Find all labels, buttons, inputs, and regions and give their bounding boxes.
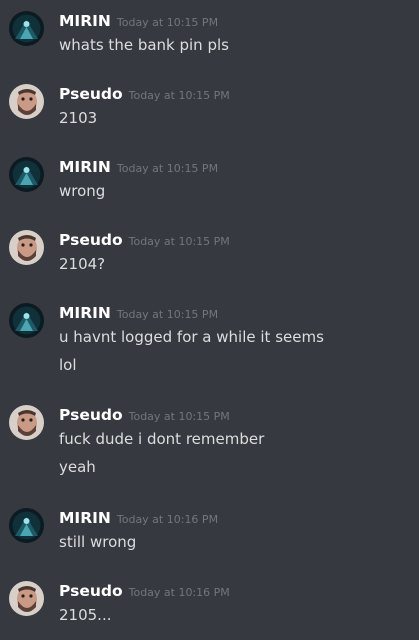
bearded-man-avatar-icon[interactable] xyxy=(9,405,44,440)
username[interactable]: MIRIN xyxy=(59,304,111,322)
dark-teal-character-avatar-icon[interactable] xyxy=(9,303,44,338)
message-text: still wrong xyxy=(59,533,137,551)
bearded-man-avatar-icon[interactable] xyxy=(9,581,44,616)
message-text: yeah xyxy=(59,458,96,476)
message-header: MIRIN Today at 10:15 PM xyxy=(59,157,218,177)
timestamp: Today at 10:16 PM xyxy=(116,513,219,526)
username[interactable]: MIRIN xyxy=(59,158,111,176)
dark-teal-character-avatar-icon[interactable] xyxy=(9,157,44,192)
bearded-man-avatar-icon[interactable] xyxy=(9,230,44,265)
timestamp: Today at 10:15 PM xyxy=(128,235,230,248)
message-text: wrong xyxy=(59,182,106,200)
timestamp: Today at 10:15 PM xyxy=(116,162,219,175)
timestamp: Today at 10:15 PM xyxy=(116,308,219,321)
dark-teal-character-avatar-icon[interactable] xyxy=(9,11,44,46)
timestamp: Today at 10:15 PM xyxy=(116,16,219,29)
username[interactable]: MIRIN xyxy=(59,12,111,30)
message-text: 2104? xyxy=(59,255,106,273)
timestamp: Today at 10:15 PM xyxy=(128,410,230,423)
username[interactable]: Pseudo xyxy=(59,406,123,424)
message-header: MIRIN Today at 10:15 PM xyxy=(59,11,218,31)
username[interactable]: Pseudo xyxy=(59,582,123,600)
message-header: MIRIN Today at 10:16 PM xyxy=(59,508,218,528)
message-text: 2105... xyxy=(59,606,112,624)
chat-message-list: MIRIN Today at 10:15 PM whats the bank pi… xyxy=(0,0,419,640)
message-header: Pseudo Today at 10:15 PM xyxy=(59,405,230,425)
timestamp: Today at 10:15 PM xyxy=(128,89,230,102)
message-header: Pseudo Today at 10:16 PM xyxy=(59,581,230,601)
message-text: lol xyxy=(59,356,77,374)
message-text: 2103 xyxy=(59,109,98,127)
dark-teal-character-avatar-icon[interactable] xyxy=(9,508,44,543)
username[interactable]: Pseudo xyxy=(59,231,123,249)
username[interactable]: Pseudo xyxy=(59,85,123,103)
username[interactable]: MIRIN xyxy=(59,509,111,527)
message-header: Pseudo Today at 10:15 PM xyxy=(59,230,230,250)
message-text: u havnt logged for a while it seems xyxy=(59,328,324,346)
message-text: fuck dude i dont remember xyxy=(59,430,265,448)
bearded-man-avatar-icon[interactable] xyxy=(9,84,44,119)
message-text: whats the bank pin pls xyxy=(59,36,229,54)
timestamp: Today at 10:16 PM xyxy=(128,586,230,599)
message-header: Pseudo Today at 10:15 PM xyxy=(59,84,230,104)
message-header: MIRIN Today at 10:15 PM xyxy=(59,303,218,323)
